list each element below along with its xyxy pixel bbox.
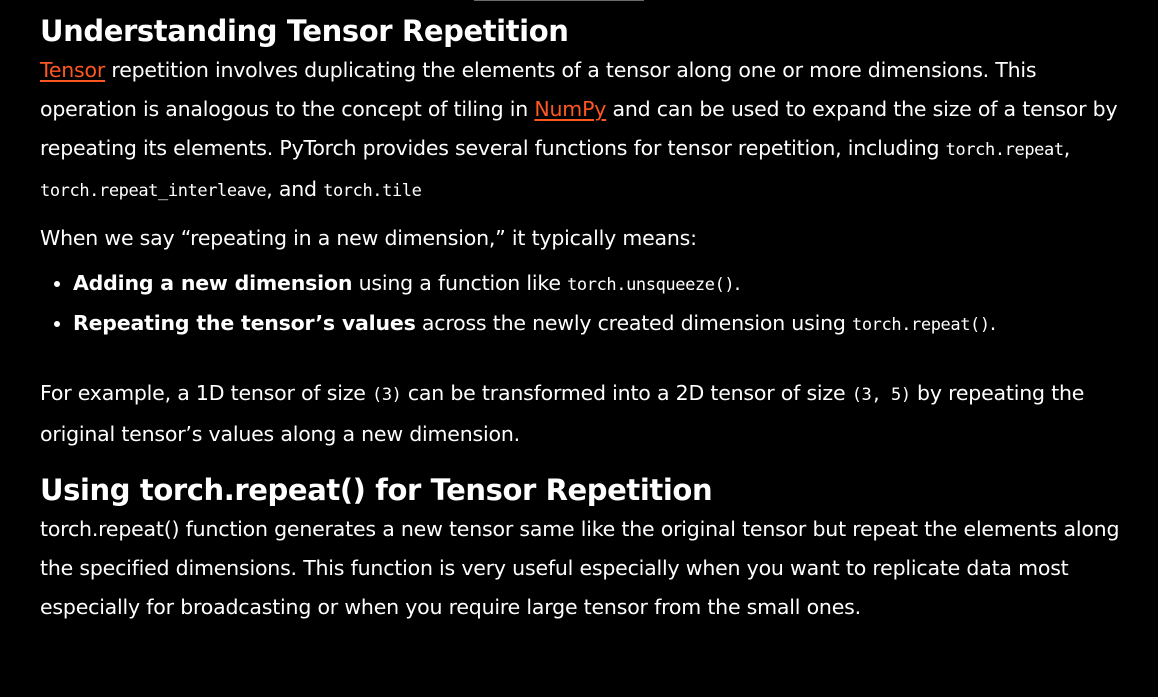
list-item-text: using a function like [352,271,568,295]
list-item-end: . [734,271,741,295]
repeat-description-paragraph: torch.repeat() function generates a new … [40,517,1120,619]
code-size-3: (3) [372,385,402,405]
example-paragraph: For example, a 1D tensor of size (3) can… [40,374,1120,454]
code-size-3-5: (3, 5) [851,385,911,405]
intro-sep-2: , and [266,177,324,201]
code-torch-tile: torch.tile [323,181,422,201]
list-item-bold: Adding a new dimension [73,271,353,295]
list-item-text: across the newly created dimension using [415,311,853,335]
numpy-link[interactable]: NumPy [534,97,606,121]
intro-sep-1: , [1063,136,1071,160]
tensor-link[interactable]: Tensor [40,58,105,82]
section-heading-using-repeat: Using torch.repeat() for Tensor Repetiti… [40,473,713,507]
list-item: Adding a new dimension using a function … [73,264,1120,304]
list-item-end: . [989,311,997,335]
code-torch-repeat-interleave: torch.repeat_interleave [40,181,267,201]
list-item: Repeating the tensor’s values across the… [73,304,1120,344]
article-content: Understanding Tensor Repetition Tensor r… [40,0,1120,627]
steps-list: Adding a new dimension using a function … [40,264,1120,344]
code-torch-unsqueeze: torch.unsqueeze() [567,275,735,295]
code-torch-repeat-call: torch.repeat() [852,315,990,335]
example-text-1: For example, a 1D tensor of size [40,381,372,405]
code-torch-repeat: torch.repeat [945,140,1064,160]
example-text-2: can be transformed into a 2D tensor of s… [401,381,852,405]
section-heading-understanding: Understanding Tensor Repetition [40,14,569,48]
list-item-bold: Repeating the tensor’s values [73,311,416,335]
meaning-paragraph: When we say “repeating in a new dimensio… [40,226,697,250]
intro-paragraph: Tensor repetition involves duplicating t… [40,51,1120,211]
